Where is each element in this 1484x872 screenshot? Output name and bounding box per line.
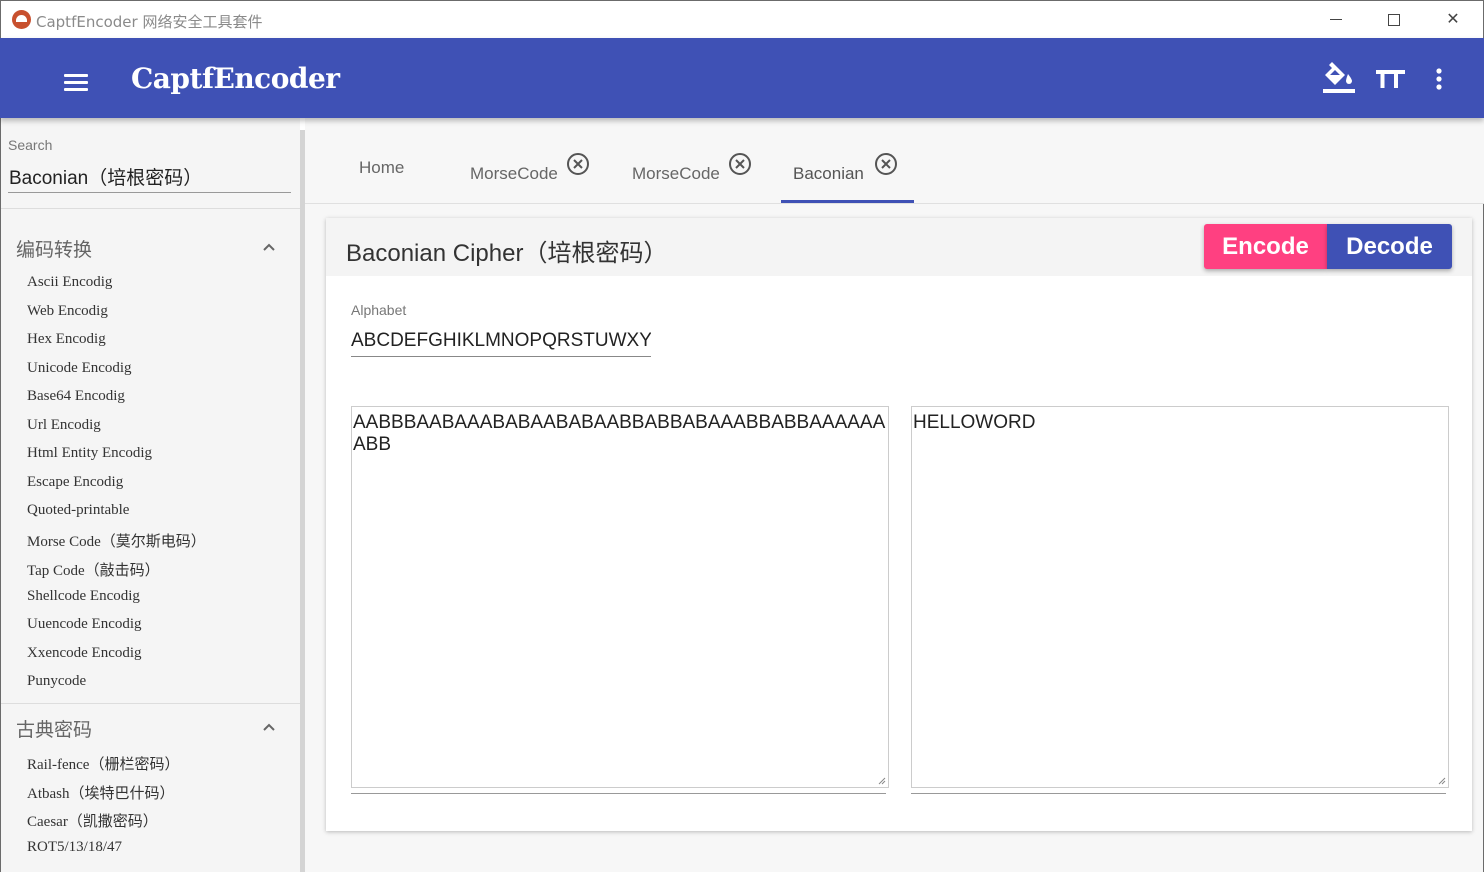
window-title: CaptfEncoder 网络安全工具套件 bbox=[36, 13, 263, 31]
resize-grip-icon[interactable] bbox=[878, 777, 886, 785]
sidebar-item[interactable]: Punycode bbox=[27, 673, 86, 690]
maximize-button[interactable] bbox=[1365, 1, 1423, 39]
divider bbox=[1, 703, 300, 704]
app-title: CaptfEncoder bbox=[131, 62, 340, 95]
card-header: Baconian Cipher（培根密码） Encode Decode bbox=[326, 218, 1472, 276]
sidebar-item[interactable]: Rail-fence（栅栏密码） bbox=[27, 753, 179, 774]
sidebar-item[interactable]: Uuencode Encodig bbox=[27, 616, 142, 633]
chevron-up-icon bbox=[263, 243, 275, 251]
decode-button[interactable]: Decode bbox=[1327, 224, 1452, 269]
tab-home[interactable]: Home bbox=[305, 118, 430, 204]
section-label: 编码转换 bbox=[16, 239, 93, 261]
alphabet-input[interactable]: ABCDEFGHIKLMNOPQRSTUWXYZ bbox=[351, 324, 651, 357]
section-header-encoding[interactable]: 编码转换 bbox=[1, 226, 300, 266]
text-size-icon[interactable] bbox=[1372, 62, 1408, 96]
tab-bar: Home MorseCode MorseCode Baconian bbox=[305, 118, 1484, 204]
main-content: Home MorseCode MorseCode Baconian Baconi… bbox=[305, 118, 1484, 872]
output-underline bbox=[911, 793, 1446, 794]
resize-grip-icon[interactable] bbox=[1438, 777, 1446, 785]
output-text: HELLOWORD bbox=[913, 412, 1036, 433]
tab-label: MorseCode bbox=[632, 164, 720, 183]
chevron-up-icon bbox=[263, 723, 275, 731]
sidebar-item[interactable]: Escape Encodig bbox=[27, 474, 123, 491]
minimize-icon bbox=[1330, 19, 1342, 20]
close-circle-icon[interactable] bbox=[874, 152, 898, 176]
alphabet-value: ABCDEFGHIKLMNOPQRSTUWXYZ bbox=[351, 330, 651, 351]
sidebar: Search 编码转换 Ascii Encodig Web Encodig He… bbox=[0, 118, 300, 872]
sidebar-item[interactable]: Morse Code（莫尔斯电码） bbox=[27, 530, 206, 551]
sidebar-item[interactable]: ROT5/13/18/47 bbox=[27, 839, 122, 856]
sidebar-item[interactable]: Caesar（凯撒密码） bbox=[27, 810, 158, 831]
output-textarea[interactable]: HELLOWORD bbox=[911, 406, 1449, 788]
search-input[interactable] bbox=[8, 160, 291, 193]
tab-label: Home bbox=[359, 158, 405, 177]
sidebar-item[interactable]: Unicode Encodig bbox=[27, 360, 132, 377]
input-underline bbox=[351, 793, 886, 794]
sidebar-item[interactable]: Web Encodig bbox=[27, 303, 108, 320]
section-header-classical[interactable]: 古典密码 bbox=[1, 706, 300, 746]
app-logo-icon bbox=[12, 10, 31, 29]
active-tab-indicator bbox=[781, 200, 914, 203]
sidebar-item[interactable]: Url Encodig bbox=[27, 417, 101, 434]
tab-morsecode-2[interactable]: MorseCode bbox=[617, 118, 767, 204]
minimize-button[interactable] bbox=[1307, 1, 1365, 39]
encode-button[interactable]: Encode bbox=[1204, 224, 1327, 269]
card-title: Baconian Cipher（培根密码） bbox=[346, 240, 668, 267]
sidebar-item[interactable]: Tap Code（敲击码） bbox=[27, 559, 160, 580]
sidebar-item[interactable]: Hex Encodig bbox=[27, 331, 106, 348]
tab-label: MorseCode bbox=[470, 164, 558, 183]
tab-baconian[interactable]: Baconian bbox=[781, 118, 914, 204]
close-circle-icon[interactable] bbox=[728, 152, 752, 176]
alphabet-label: Alphabet bbox=[351, 302, 407, 318]
paint-bucket-icon[interactable] bbox=[1321, 62, 1357, 96]
sidebar-item[interactable]: Atbash（埃特巴什码） bbox=[27, 782, 175, 803]
more-vert-icon[interactable] bbox=[1421, 62, 1457, 96]
menu-icon[interactable] bbox=[64, 74, 88, 92]
app-bar: CaptfEncoder bbox=[0, 38, 1484, 118]
close-icon: ✕ bbox=[1446, 11, 1460, 28]
close-window-button[interactable]: ✕ bbox=[1424, 1, 1482, 39]
close-circle-icon[interactable] bbox=[566, 152, 590, 176]
window-titlebar: CaptfEncoder 网络安全工具套件 ✕ bbox=[0, 0, 1484, 38]
sidebar-item[interactable]: Base64 Encodig bbox=[27, 388, 125, 405]
sidebar-item[interactable]: Shellcode Encodig bbox=[27, 588, 140, 605]
input-text: AABBBAABAAABABAABABAABBABBABAAABBABBAAAA… bbox=[353, 412, 886, 455]
tab-morsecode-1[interactable]: MorseCode bbox=[455, 118, 605, 204]
sidebar-item[interactable]: Ascii Encodig bbox=[27, 274, 112, 291]
tab-label: Baconian bbox=[793, 164, 864, 183]
sidebar-item[interactable]: Quoted-printable bbox=[27, 502, 129, 519]
cipher-card: Baconian Cipher（培根密码） Encode Decode Alph… bbox=[326, 218, 1472, 831]
sidebar-item[interactable]: Html Entity Encodig bbox=[27, 445, 152, 462]
maximize-icon bbox=[1388, 14, 1400, 26]
input-textarea[interactable]: AABBBAABAAABABAABABAABBABBABAAABBABBAAAA… bbox=[351, 406, 889, 788]
search-label: Search bbox=[8, 137, 53, 153]
sidebar-item[interactable]: Xxencode Encodig bbox=[27, 645, 142, 662]
divider bbox=[1, 208, 300, 209]
section-label: 古典密码 bbox=[16, 719, 93, 741]
